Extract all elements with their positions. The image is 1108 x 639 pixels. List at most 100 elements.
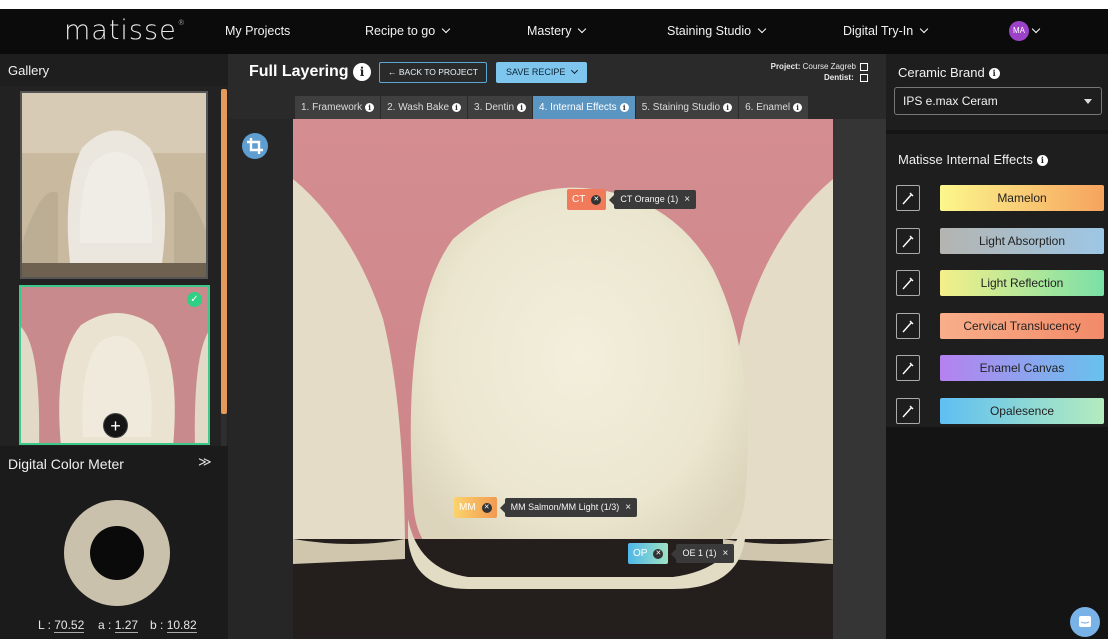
close-icon[interactable]: × xyxy=(722,548,728,559)
close-icon[interactable]: × xyxy=(684,194,690,205)
matisse-logo[interactable]: matisse® xyxy=(64,15,186,46)
back-to-project-button[interactable]: ← BACK TO PROJECT xyxy=(379,62,487,83)
effect-opalesence-button[interactable]: Opalesence xyxy=(940,398,1104,424)
effect-cervical-translucency-button[interactable]: Cervical Translucency xyxy=(940,313,1104,339)
effect-tag-mm: MM ✕ MM Salmon/MM Light (1/3) × xyxy=(454,497,638,518)
effect-row-opalesence: Opalesence xyxy=(896,398,1104,424)
effect-row-cervical-translucency: Cervical Translucency xyxy=(896,313,1104,339)
left-sidebar: Gallery ✓ + Digital Color Meter ≫ L: 70… xyxy=(0,54,228,639)
tab-internal-effects[interactable]: 4. Internal Effects i xyxy=(533,96,636,119)
effect-light-absorption-button[interactable]: Light Absorption xyxy=(940,228,1104,254)
lab-l-label: L : xyxy=(38,618,51,632)
tag-label[interactable]: CT Orange (1) × xyxy=(609,190,697,209)
tab-wash-bake[interactable]: 2. Wash Bake i xyxy=(381,96,469,119)
nav-label: My Projects xyxy=(225,24,291,38)
remove-tag-icon[interactable]: ✕ xyxy=(481,502,492,513)
chat-bubble-glyph xyxy=(1079,616,1091,627)
lab-b-number: 10.82 xyxy=(166,618,197,633)
main-workspace: Full Layering i ← BACK TO PROJECT SAVE R… xyxy=(228,54,886,639)
user-menu-toggle[interactable] xyxy=(1031,24,1041,38)
page-title: Full Layering xyxy=(249,63,349,80)
tag-label[interactable]: MM Salmon/MM Light (1/3) × xyxy=(499,498,638,517)
collapse-chevron-icon[interactable]: ≫ xyxy=(198,454,212,470)
info-icon[interactable]: i xyxy=(353,63,371,81)
effect-row-enamel-canvas: Enamel Canvas xyxy=(896,355,1104,381)
chevron-down-icon xyxy=(1031,24,1041,34)
tab-enamel[interactable]: 6. Enamel i xyxy=(739,96,810,119)
chat-support-icon[interactable] xyxy=(1070,607,1100,637)
tab-label: 3. Dentin xyxy=(474,102,515,113)
eyedropper-icon[interactable] xyxy=(896,313,920,339)
nav-my-projects[interactable]: My Projects xyxy=(225,24,290,38)
image-viewer: CT ✕ CT Orange (1) × MM ✕ MM Salmon/MM Ligh… xyxy=(228,119,886,639)
tag-code: CT xyxy=(572,194,586,205)
ceramic-brand-title: Ceramic Brand i xyxy=(898,65,1000,80)
gallery-scrollbar[interactable] xyxy=(221,89,227,414)
right-sidebar: Ceramic Brand i IPS e.max Ceram Matisse I… xyxy=(886,54,1108,639)
crop-icon-glyph xyxy=(247,138,263,154)
tab-framework[interactable]: 1. Framework i xyxy=(295,96,382,119)
dentist-line: Dentist: xyxy=(748,72,868,83)
tooth-photo-image xyxy=(293,119,833,639)
nav-staining-studio[interactable]: Staining Studio xyxy=(667,24,767,38)
gallery-thumbnail[interactable] xyxy=(20,91,208,279)
tab-dentin[interactable]: 3. Dentin i xyxy=(468,96,534,119)
info-icon: i xyxy=(452,103,462,112)
save-recipe-button[interactable]: SAVE RECIPE xyxy=(496,62,588,83)
tab-staining-studio[interactable]: 5. Staining Studio i xyxy=(635,96,740,119)
eyedropper-glyph xyxy=(902,277,914,290)
effect-row-light-absorption: Light Absorption xyxy=(896,228,1104,254)
eyedropper-icon[interactable] xyxy=(896,185,920,211)
logo-trademark: ® xyxy=(177,19,186,27)
tag-chip[interactable]: OP ✕ xyxy=(628,543,669,564)
user-avatar[interactable]: MA xyxy=(1009,21,1029,41)
remove-tag-icon[interactable]: ✕ xyxy=(591,194,602,205)
tab-label: 1. Framework xyxy=(301,102,363,113)
chevron-down-icon xyxy=(919,24,929,34)
ceramic-brand-panel: Ceramic Brand i IPS e.max Ceram xyxy=(886,54,1108,130)
tab-label: 4. Internal Effects xyxy=(539,102,617,113)
eyedropper-icon[interactable] xyxy=(896,398,920,424)
eyedropper-glyph xyxy=(902,320,914,333)
nav-recipe-to-go[interactable]: Recipe to go xyxy=(365,24,451,38)
close-icon[interactable]: × xyxy=(625,502,631,513)
nav-digital-try-in[interactable]: Digital Try-In xyxy=(843,24,929,38)
tag-chip[interactable]: CT ✕ xyxy=(567,189,607,210)
info-icon[interactable]: i xyxy=(988,68,1000,79)
chevron-down-icon xyxy=(578,24,587,34)
logo-text: matisse xyxy=(64,15,177,46)
eyedropper-icon[interactable] xyxy=(896,228,920,254)
effect-light-reflection-button[interactable]: Light Reflection xyxy=(940,270,1104,296)
eyedropper-glyph xyxy=(902,405,914,418)
tag-code: OP xyxy=(633,548,648,559)
remove-tag-icon[interactable]: ✕ xyxy=(653,548,664,559)
tag-label[interactable]: OE 1 (1) × xyxy=(671,544,735,563)
chevron-down-icon xyxy=(757,24,767,34)
tag-label-text: MM Salmon/MM Light (1/3) xyxy=(510,502,620,512)
tab-label: 2. Wash Bake xyxy=(387,102,450,113)
lab-a-label: a : xyxy=(98,618,112,632)
internal-effects-panel: Matisse Internal Effects i Mamelon Light … xyxy=(886,134,1108,427)
crop-icon[interactable] xyxy=(242,133,268,159)
internal-effects-title: Matisse Internal Effects i xyxy=(898,152,1048,167)
tag-chip[interactable]: MM ✕ xyxy=(454,497,497,518)
effect-mamelon-button[interactable]: Mamelon xyxy=(940,185,1104,211)
tag-label-text: OE 1 (1) xyxy=(682,548,717,558)
info-icon: i xyxy=(517,103,527,112)
effect-enamel-canvas-button[interactable]: Enamel Canvas xyxy=(940,355,1104,381)
edit-icon[interactable] xyxy=(860,62,868,71)
info-icon: i xyxy=(619,103,629,112)
digital-color-meter: Digital Color Meter ≫ L : 70.52 a : 1.27… xyxy=(0,446,228,639)
nav-mastery[interactable]: Mastery xyxy=(527,24,587,38)
tooth-thumbnail-image xyxy=(22,93,206,277)
edit-icon[interactable] xyxy=(860,73,868,82)
add-photo-button[interactable]: + xyxy=(103,413,128,438)
selected-check-icon: ✓ xyxy=(187,292,202,307)
lab-a-value: a : 1.27 xyxy=(98,618,139,633)
tooth-photo[interactable] xyxy=(293,119,833,639)
ring-center xyxy=(90,526,144,580)
info-icon[interactable]: i xyxy=(1036,155,1048,166)
eyedropper-icon[interactable] xyxy=(896,270,920,296)
ceramic-brand-select[interactable]: IPS e.max Ceram xyxy=(894,87,1102,115)
eyedropper-icon[interactable] xyxy=(896,355,920,381)
